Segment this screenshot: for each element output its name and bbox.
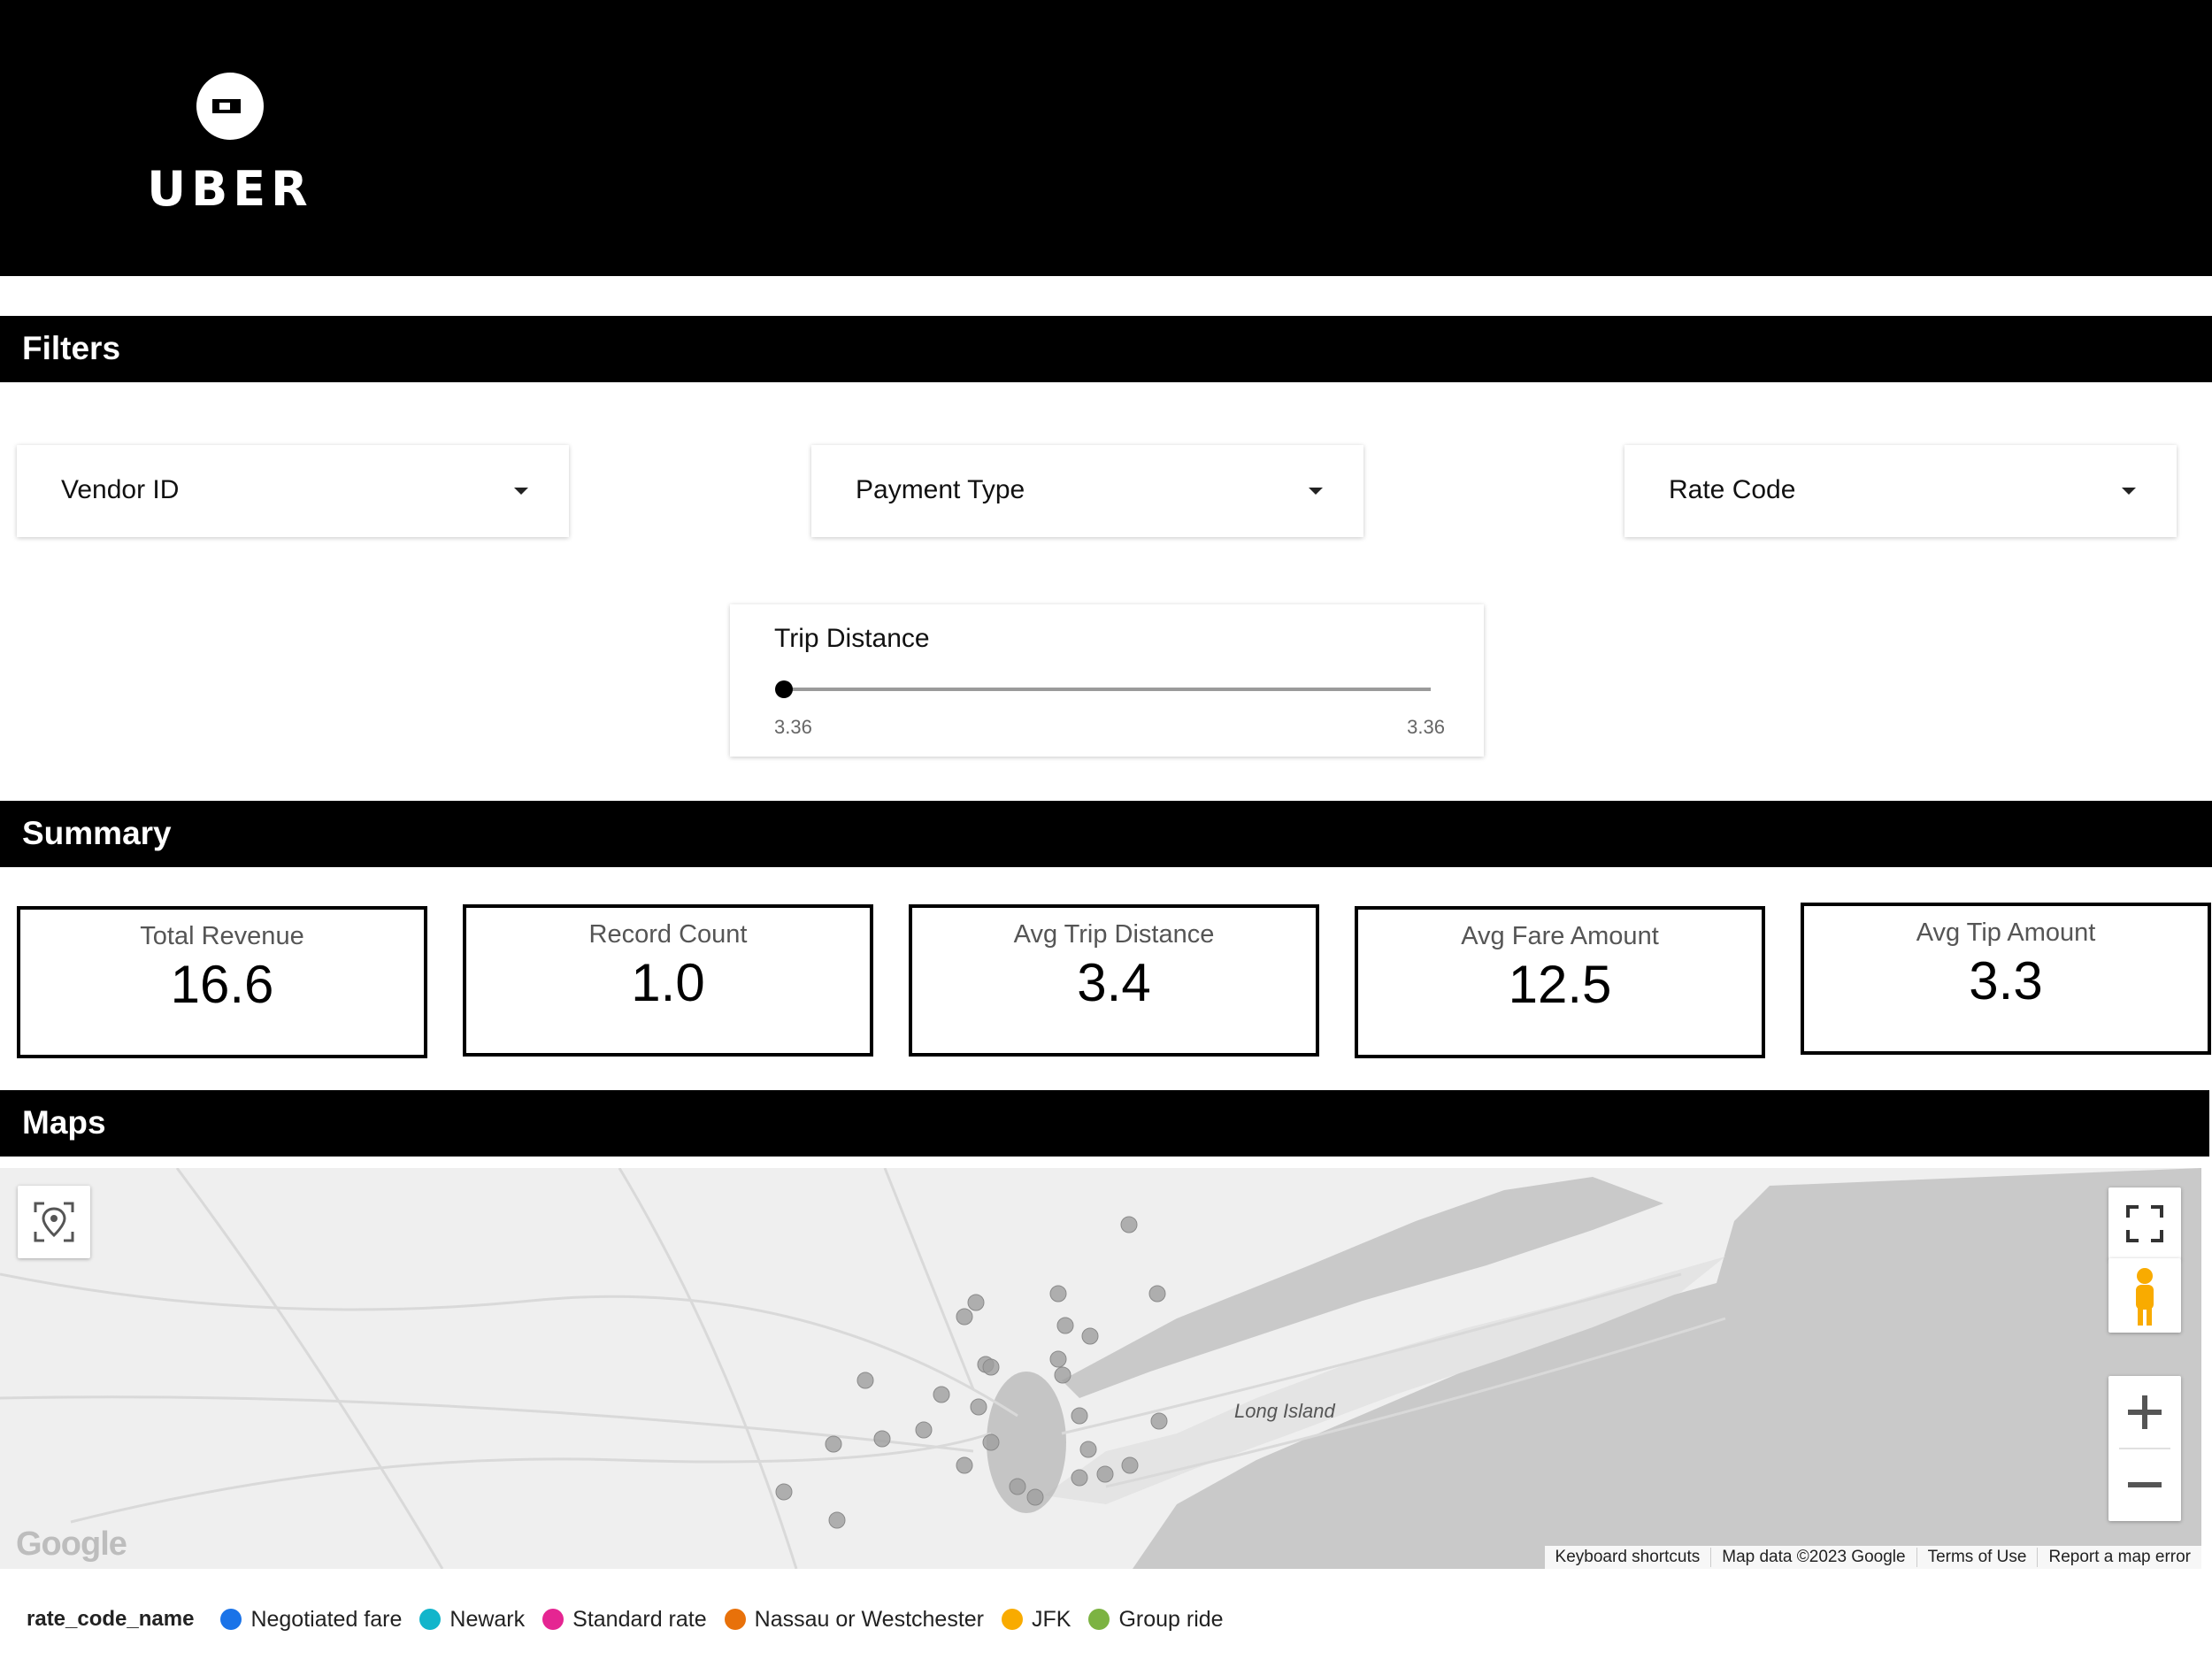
keyboard-shortcuts-link[interactable]: Keyboard shortcuts (1545, 1548, 1711, 1567)
vendor-id-label: Vendor ID (61, 475, 180, 504)
card-title: Record Count (588, 920, 748, 949)
trip-distance-slider-card: Trip Distance 3.36 3.36 (730, 604, 1484, 757)
maps-section-header: Maps (0, 1090, 2209, 1157)
map-place-label: Long Island (1234, 1400, 1335, 1422)
card-value: 12.5 (1508, 955, 1612, 1014)
legend-dot-icon (1002, 1609, 1024, 1630)
zoom-controls (2108, 1376, 2181, 1521)
legend-label: JFK (1032, 1606, 1071, 1632)
avg-fare-amount-card: Avg Fare Amount 12.5 (1355, 906, 1765, 1058)
my-location-button[interactable] (18, 1186, 90, 1258)
legend-dot-icon (419, 1609, 442, 1630)
fullscreen-icon (2126, 1205, 2163, 1242)
filters-section-header: Filters (0, 316, 2212, 382)
legend-label: Group ride (1118, 1606, 1224, 1632)
map-view[interactable]: Long Island Google Keyboard shortcuts Ma… (0, 1168, 2201, 1569)
map-legend: rate_code_name Negotiated fare Newark St… (27, 1602, 1241, 1637)
legend-dot-icon (220, 1609, 242, 1630)
brand-wordmark: UBER (147, 161, 313, 217)
legend-dot-icon (1088, 1609, 1110, 1630)
filters-title: Filters (22, 330, 121, 366)
legend-label: Newark (449, 1606, 526, 1632)
card-value: 3.4 (1077, 953, 1151, 1012)
card-title: Avg Tip Amount (1916, 918, 2096, 947)
slider-max-value: 3.36 (1407, 716, 1445, 738)
slider-min-value: 3.36 (774, 716, 812, 738)
legend-item-newark[interactable]: Newark (419, 1607, 525, 1633)
payment-type-label: Payment Type (856, 475, 1025, 504)
location-pin-icon (34, 1202, 74, 1242)
legend-item-negotiated-fare[interactable]: Negotiated fare (220, 1607, 402, 1633)
fullscreen-button[interactable] (2108, 1187, 2181, 1260)
card-value: 16.6 (170, 955, 274, 1014)
map-canvas[interactable] (0, 1168, 2201, 1569)
legend-dot-icon (542, 1609, 565, 1630)
plus-icon (2128, 1395, 2162, 1429)
total-revenue-card: Total Revenue 16.6 (17, 906, 427, 1058)
google-logo: Google (16, 1526, 127, 1563)
uber-logo: UBER (133, 62, 327, 221)
card-title: Total Revenue (140, 922, 304, 950)
map-data-credit: Map data ©2023 Google (1710, 1548, 1916, 1567)
zoom-in-button[interactable] (2108, 1376, 2181, 1448)
terms-of-use-link[interactable]: Terms of Use (1916, 1548, 2038, 1567)
header-banner: UBER (0, 0, 2212, 276)
payment-type-dropdown[interactable]: Payment Type (811, 445, 1363, 537)
card-value: 1.0 (631, 953, 705, 1012)
legend-item-group-ride[interactable]: Group ride (1088, 1606, 1224, 1633)
legend-label: Standard rate (572, 1606, 707, 1632)
avg-tip-amount-card: Avg Tip Amount 3.3 (1801, 903, 2211, 1055)
legend-label: Negotiated fare (250, 1606, 403, 1632)
avg-trip-distance-card: Avg Trip Distance 3.4 (909, 904, 1319, 1057)
vendor-id-dropdown[interactable]: Vendor ID (17, 445, 569, 537)
legend-item-jfk[interactable]: JFK (1002, 1607, 1071, 1633)
chevron-down-icon (514, 488, 528, 495)
zoom-out-button[interactable] (2108, 1449, 2181, 1521)
record-count-card: Record Count 1.0 (463, 904, 873, 1057)
uber-mark-icon (196, 73, 264, 140)
slider-thumb[interactable] (775, 680, 793, 698)
summary-title: Summary (22, 815, 172, 851)
card-title: Avg Fare Amount (1461, 922, 1659, 950)
rate-code-dropdown[interactable]: Rate Code (1624, 445, 2177, 537)
summary-section-header: Summary (0, 801, 2212, 867)
card-title: Avg Trip Distance (1013, 920, 1215, 949)
legend-item-standard-rate[interactable]: Standard rate (542, 1607, 707, 1633)
minus-icon (2128, 1482, 2162, 1487)
pegman-icon (2136, 1268, 2154, 1326)
chevron-down-icon (2122, 488, 2136, 495)
card-value: 3.3 (1969, 951, 2043, 1011)
street-view-pegman[interactable] (2108, 1258, 2181, 1333)
maps-title: Maps (22, 1104, 106, 1141)
legend-dot-icon (724, 1609, 746, 1630)
trip-distance-label: Trip Distance (774, 624, 930, 653)
legend-title: rate_code_name (27, 1607, 195, 1631)
chevron-down-icon (1309, 488, 1323, 495)
map-attribution: Keyboard shortcuts Map data ©2023 Google… (1544, 1546, 2201, 1569)
rate-code-label: Rate Code (1669, 475, 1796, 504)
legend-label: Nassau or Westchester (754, 1606, 985, 1632)
slider-track[interactable] (783, 688, 1431, 691)
report-map-error-link[interactable]: Report a map error (2037, 1548, 2201, 1567)
legend-item-nassau-or-westchester[interactable]: Nassau or Westchester (724, 1606, 985, 1633)
